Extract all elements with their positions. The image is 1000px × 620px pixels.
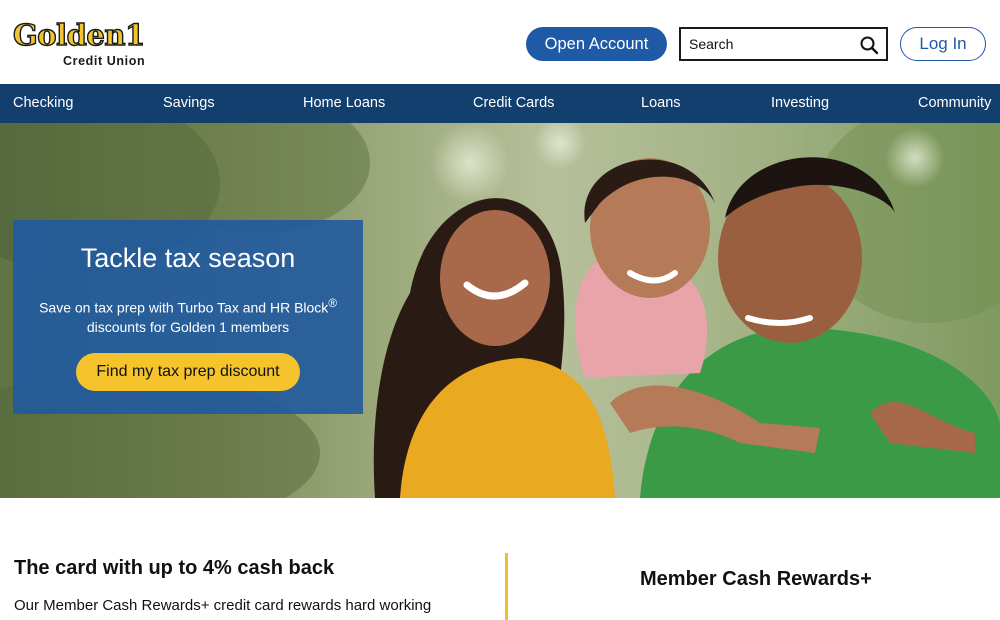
promo-description: Save on tax prep with Turbo Tax and HR B… [38, 294, 338, 337]
cash-back-heading: The card with up to 4% cash back [14, 557, 335, 579]
nav-item-community[interactable]: Community [918, 84, 991, 123]
golden1-logo[interactable]: Golden1 Credit Union [12, 17, 148, 70]
search-input[interactable] [681, 30, 851, 58]
logo-subtitle: Credit Union [63, 54, 146, 68]
nav-item-investing[interactable]: Investing [771, 84, 829, 123]
promo-desc-line1: Save on tax prep with Turbo Tax and HR B… [39, 299, 329, 316]
login-button[interactable]: Log In [900, 27, 986, 61]
search-box [679, 27, 888, 61]
section-divider [505, 553, 508, 620]
logo-wordmark: Golden1 [12, 17, 146, 52]
main-nav: Checking Savings Home Loans Credit Cards… [0, 84, 1000, 123]
nav-item-home-loans[interactable]: Home Loans [303, 84, 385, 123]
tax-season-promo-card: Tackle tax season Save on tax prep with … [13, 220, 363, 414]
find-tax-prep-discount-button[interactable]: Find my tax prep discount [76, 353, 300, 391]
nav-item-credit-cards[interactable]: Credit Cards [473, 84, 554, 123]
search-icon[interactable] [859, 35, 879, 55]
member-cash-rewards-heading: Member Cash Rewards+ [640, 568, 872, 590]
site-header: Golden1 Credit Union Open Account Log In [0, 0, 1000, 84]
open-account-button[interactable]: Open Account [526, 27, 667, 61]
promo-desc-line2: discounts for Golden 1 members [86, 318, 290, 335]
nav-item-savings[interactable]: Savings [163, 84, 215, 123]
nav-item-loans[interactable]: Loans [641, 84, 681, 123]
hero-banner: Tackle tax season Save on tax prep with … [0, 123, 1000, 498]
cash-back-description: Our Member Cash Rewards+ credit card rew… [14, 597, 432, 614]
promo-title: Tackle tax season [80, 243, 296, 273]
nav-item-checking[interactable]: Checking [13, 84, 73, 123]
registered-mark: ® [328, 297, 337, 310]
